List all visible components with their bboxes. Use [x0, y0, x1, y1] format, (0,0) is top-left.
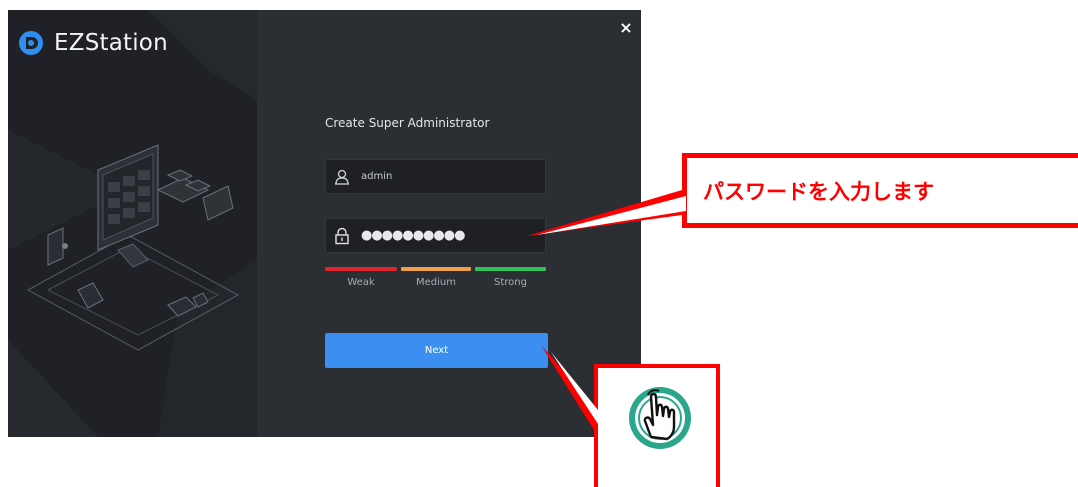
tap-hand-icon	[629, 387, 691, 449]
annotation-pointers	[527, 190, 686, 430]
hand-pointer	[541, 345, 594, 430]
